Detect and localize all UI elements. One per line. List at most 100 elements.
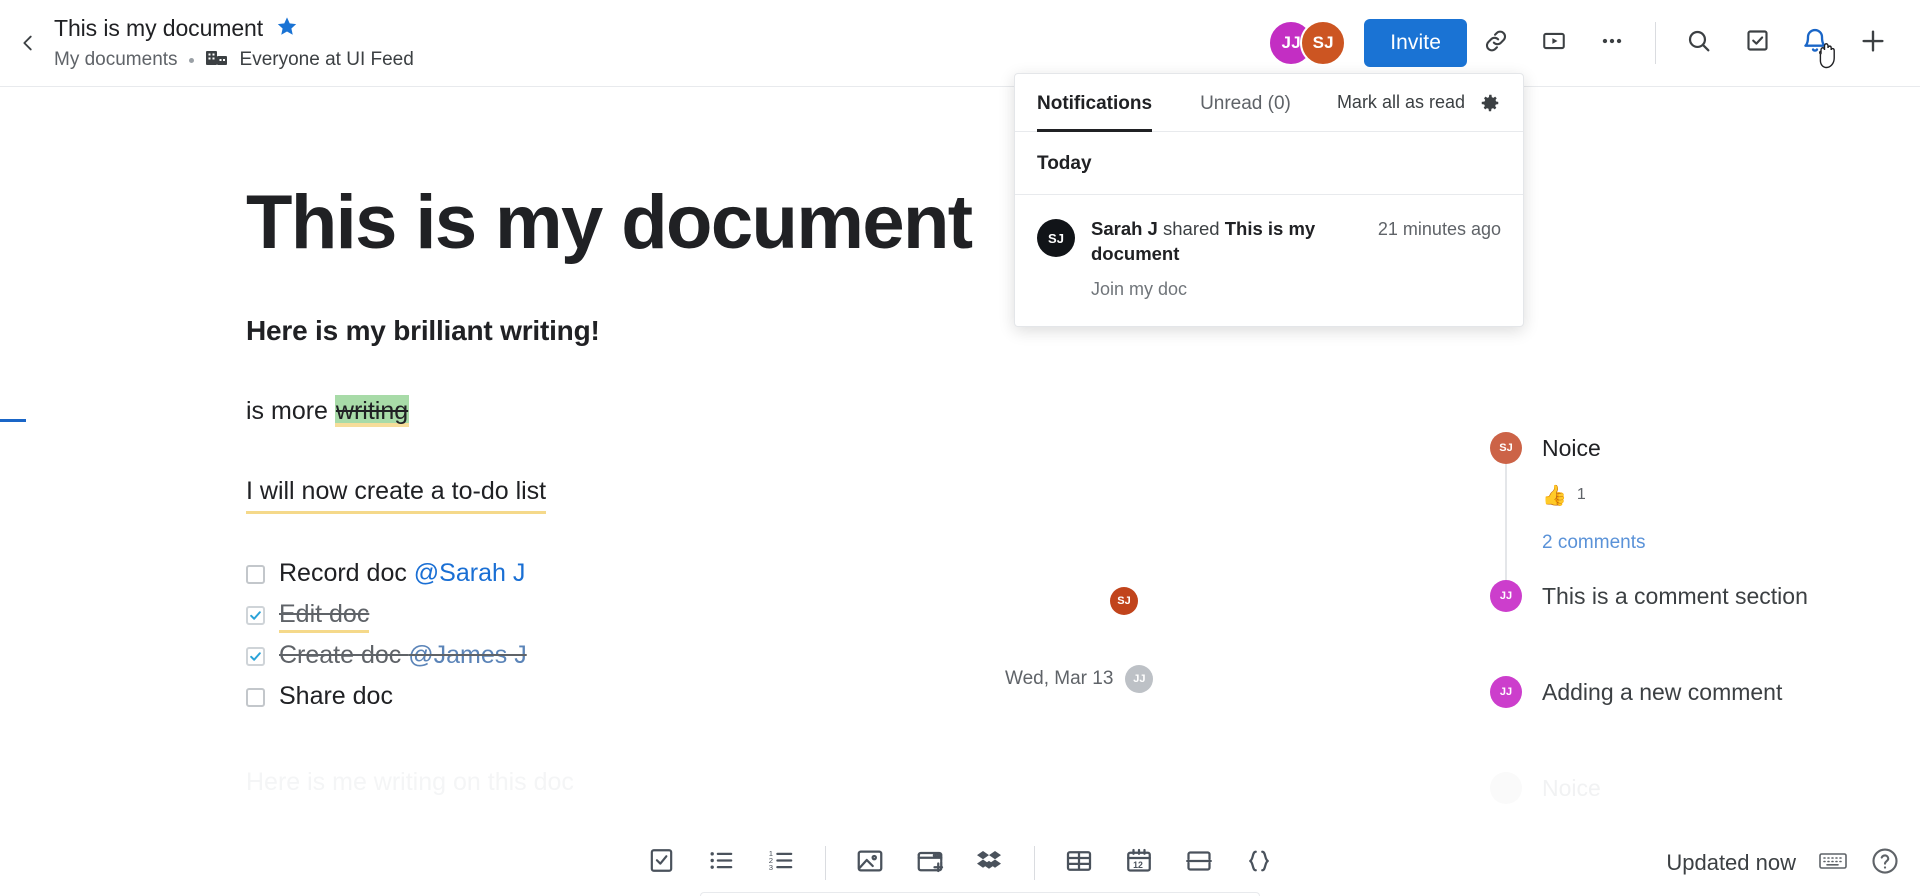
todo-list: Record doc @Sarah J Edit doc Create doc … bbox=[246, 558, 1246, 722]
tasks-button[interactable] bbox=[1728, 14, 1786, 72]
building-icon bbox=[205, 49, 229, 72]
insert-numbered-list-button[interactable]: 1 2 3 bbox=[751, 835, 811, 891]
chevron-left-icon bbox=[17, 32, 39, 54]
mention-chip[interactable]: @James J bbox=[408, 641, 526, 669]
insert-divider-button[interactable] bbox=[1169, 835, 1229, 891]
star-filled-icon[interactable] bbox=[276, 15, 298, 42]
avatar[interactable]: SJ bbox=[1300, 20, 1347, 66]
todo-checkbox[interactable] bbox=[246, 687, 265, 707]
app-header: This is my document My documents Everyon… bbox=[0, 0, 1920, 87]
paragraph-prefix: is more bbox=[246, 396, 335, 425]
insert-image-button[interactable] bbox=[840, 835, 900, 891]
toolbar-divider bbox=[1034, 846, 1035, 880]
table-icon bbox=[1064, 846, 1094, 881]
keyboard-shortcuts-button[interactable] bbox=[1818, 848, 1848, 879]
collaborator-avatars: JJ SJ bbox=[1268, 20, 1347, 66]
cursor-pointer-icon bbox=[1816, 40, 1842, 75]
video-button[interactable] bbox=[1525, 14, 1583, 72]
todo-text: Record doc bbox=[279, 558, 414, 587]
document-editor-app: This is my document My documents Everyon… bbox=[0, 0, 1920, 896]
title-row: This is my document bbox=[54, 15, 414, 42]
help-button[interactable] bbox=[1870, 846, 1900, 881]
checkbox-list-icon bbox=[647, 846, 676, 880]
notification-item[interactable]: SJ Sarah J shared This is my document Jo… bbox=[1015, 195, 1523, 326]
notifications-tabs: Notifications Unread (0) Mark all as rea… bbox=[1015, 74, 1523, 132]
todo-checkbox[interactable] bbox=[246, 605, 265, 625]
invite-button[interactable]: Invite bbox=[1364, 19, 1467, 67]
numbered-list-icon: 1 2 3 bbox=[767, 846, 796, 880]
mark-all-as-read-button[interactable]: Mark all as read bbox=[1337, 92, 1465, 113]
task-checkbox-icon bbox=[1744, 27, 1771, 59]
comment-item[interactable]: SJ Noice bbox=[1490, 771, 1910, 804]
avatar[interactable]: JJ bbox=[1490, 579, 1522, 612]
updated-status: Updated now bbox=[1666, 850, 1796, 875]
breadcrumb-parent[interactable]: My documents bbox=[54, 49, 178, 71]
comment-body: Adding a new comment bbox=[1542, 676, 1910, 708]
editor-placeholder[interactable]: Here is me writing on this doc bbox=[246, 768, 1246, 797]
tab-notifications[interactable]: Notifications bbox=[1037, 75, 1153, 132]
video-play-icon bbox=[1541, 28, 1567, 59]
breadcrumb-separator bbox=[188, 57, 194, 63]
thread-connector bbox=[1505, 464, 1507, 584]
inline-presence-avatar[interactable]: SJ bbox=[1110, 587, 1138, 615]
notification-text: Sarah J shared This is my document bbox=[1091, 217, 1341, 267]
breadcrumb-org[interactable]: Everyone at UI Feed bbox=[240, 49, 414, 71]
insert-code-button[interactable] bbox=[1229, 835, 1289, 891]
date-marker-text: Wed, Mar 13 bbox=[1005, 668, 1114, 689]
document-paragraph-2: I will now create a to-do list bbox=[246, 475, 1246, 514]
reaction-chip[interactable]: 👍 1 bbox=[1542, 483, 1910, 508]
comment-item[interactable]: SJ Noice 👍 1 2 comments bbox=[1490, 432, 1910, 584]
comment-body: This is a comment section bbox=[1542, 580, 1910, 612]
page-title: This is my document bbox=[54, 14, 263, 41]
view-replies-link[interactable]: 2 comments bbox=[1542, 532, 1910, 554]
insert-date-button[interactable]: 12 bbox=[1109, 835, 1169, 891]
comment-body: Noice bbox=[1542, 772, 1910, 804]
notification-timestamp: 21 minutes ago bbox=[1377, 219, 1501, 239]
insert-bullet-list-button[interactable] bbox=[691, 835, 751, 891]
todo-checkbox[interactable] bbox=[246, 646, 265, 666]
date-marker: Wed, Mar 13 JJ bbox=[1005, 665, 1154, 693]
todo-text: Share doc bbox=[279, 681, 393, 710]
comments-rail: SJ Noice 👍 1 2 comments JJ This is a com… bbox=[1490, 432, 1910, 804]
keyboard-icon bbox=[1818, 848, 1848, 879]
add-button[interactable] bbox=[1844, 14, 1902, 72]
comment-item[interactable]: JJ Adding a new comment bbox=[1490, 675, 1910, 708]
calendar-icon: 12 bbox=[1124, 846, 1154, 881]
avatar[interactable]: SJ bbox=[1490, 771, 1522, 804]
editor-status-bar: Updated now bbox=[1666, 830, 1900, 896]
notifications-panel: Notifications Unread (0) Mark all as rea… bbox=[1014, 73, 1524, 327]
dropbox-icon bbox=[975, 846, 1005, 881]
insert-table-button[interactable] bbox=[1049, 835, 1109, 891]
search-button[interactable] bbox=[1670, 14, 1728, 72]
todo-label: Share doc bbox=[279, 681, 393, 712]
insert-embed-button[interactable] bbox=[900, 835, 960, 891]
tab-unread[interactable]: Unread (0) bbox=[1200, 75, 1291, 131]
back-button[interactable] bbox=[6, 21, 50, 65]
mention-chip[interactable]: @Sarah J bbox=[414, 559, 526, 587]
title-block: This is my document My documents Everyon… bbox=[54, 15, 414, 72]
comment-body: Noice 👍 1 2 comments bbox=[1542, 432, 1910, 554]
avatar[interactable]: JJ bbox=[1125, 665, 1154, 693]
list-item[interactable]: Record doc @Sarah J bbox=[246, 558, 1246, 599]
svg-text:3: 3 bbox=[768, 863, 772, 872]
todo-text: Edit doc bbox=[279, 599, 370, 633]
thumbs-up-icon: 👍 bbox=[1542, 484, 1567, 507]
insert-checklist-button[interactable] bbox=[631, 835, 691, 891]
document-canvas: This is my document Here is my brilliant… bbox=[0, 87, 1920, 896]
reaction-count: 1 bbox=[1576, 486, 1586, 504]
gear-icon[interactable] bbox=[1479, 92, 1501, 114]
link-button[interactable] bbox=[1467, 14, 1525, 72]
document-paragraph-1: is more writing bbox=[246, 394, 1246, 428]
editor-toolbar: 1 2 3 12 Updated now bbox=[0, 830, 1920, 896]
todo-checkbox[interactable] bbox=[246, 564, 265, 584]
avatar[interactable]: JJ bbox=[1490, 675, 1522, 708]
more-options-button[interactable] bbox=[1583, 14, 1641, 72]
insert-dropbox-button[interactable] bbox=[960, 835, 1020, 891]
list-item[interactable]: Edit doc bbox=[246, 599, 1246, 640]
bullet-list-icon bbox=[707, 846, 736, 880]
comment-item[interactable]: JJ This is a comment section bbox=[1490, 579, 1910, 612]
notifications-button[interactable] bbox=[1786, 14, 1844, 72]
plus-icon bbox=[1858, 26, 1888, 61]
comment-text: Noice bbox=[1542, 435, 1601, 461]
avatar[interactable]: SJ bbox=[1490, 432, 1522, 464]
